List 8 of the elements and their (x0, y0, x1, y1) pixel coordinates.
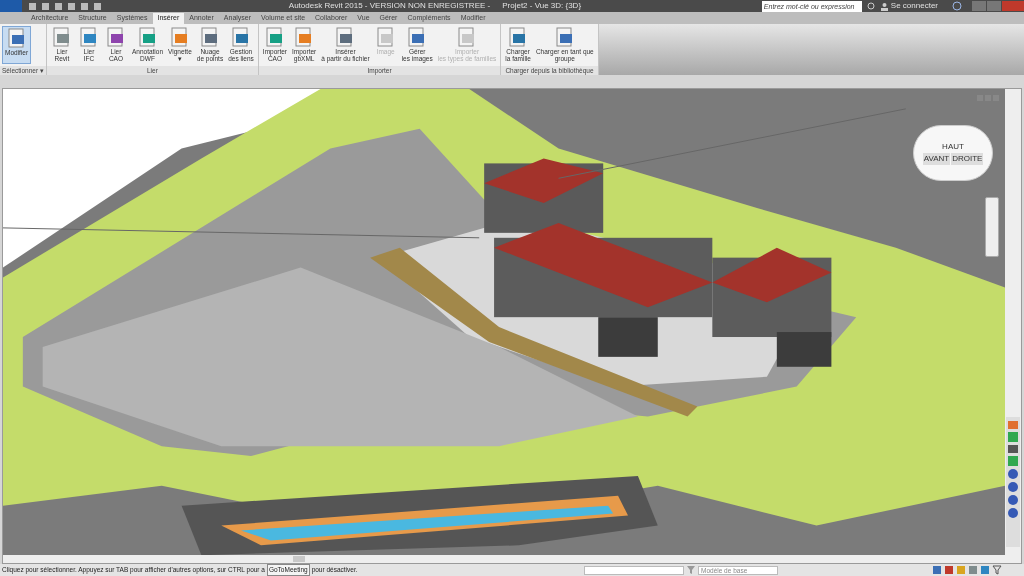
user-icon (879, 1, 889, 11)
horizontal-scrollbar[interactable] (293, 556, 305, 563)
filter-icon[interactable] (992, 565, 1002, 575)
navigation-bar[interactable] (985, 196, 999, 257)
view-title: Projet2 - Vue 3D: {3D} (502, 0, 582, 12)
window-title: Autodesk Revit 2015 - VERSION NON ENREGISTREE - (288, 0, 491, 12)
dropdown-field[interactable] (584, 565, 684, 575)
sign-in-link[interactable]: Se connecter (890, 0, 938, 12)
